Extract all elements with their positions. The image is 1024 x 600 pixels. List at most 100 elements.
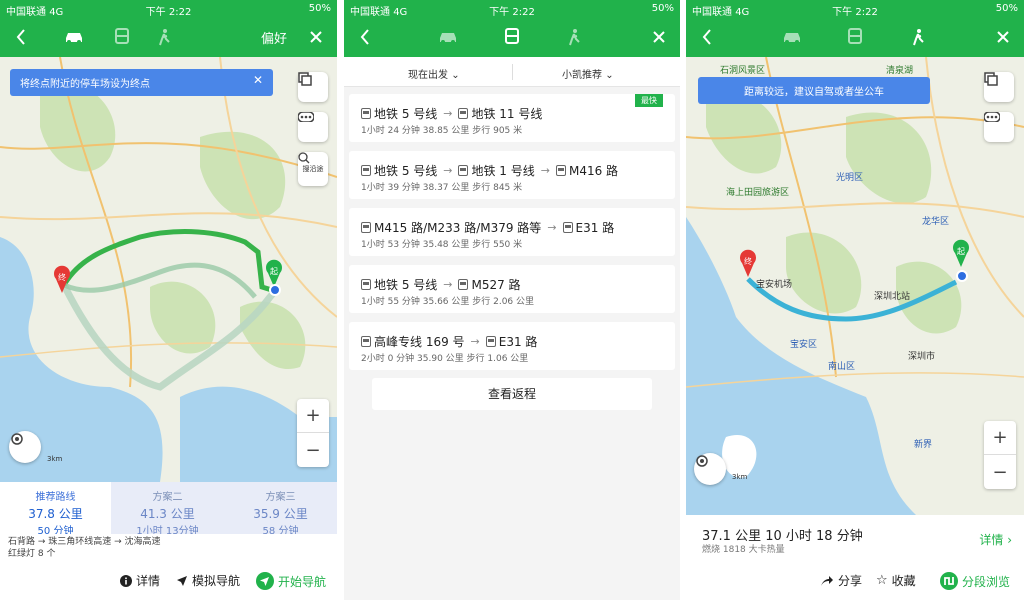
chevron-right-icon: › [1007,533,1012,547]
transit-route-card[interactable]: M415 路/M233 路/M379 路等 → E31 路 1小时 53 分钟 … [349,208,675,256]
metro-icon [361,279,371,290]
segment-browse-button[interactable]: 分段浏览 [940,572,1010,590]
locate-me-button[interactable] [694,453,726,485]
layers-button[interactable] [298,72,328,102]
layers-button[interactable] [984,72,1014,102]
plan-option-3[interactable]: 方案三 35.9 公里 58 分钟 [224,482,337,537]
plan-option-2[interactable]: 方案二 41.3 公里 1小时 13分钟 [111,482,224,537]
place-label: 光明区 [836,173,864,183]
close-button[interactable] [990,17,1016,57]
tab-walk[interactable] [148,17,180,57]
driving-route-panel: 中国联通 4G 下午 2:22 50% 偏好 终 起 将终点附近的停车场设为终点… [0,0,337,600]
view-return-button[interactable]: 查看返程 [372,378,652,410]
map-canvas: 终 起 [686,57,1024,515]
map-view[interactable]: 终 起 将终点附近的停车场设为终点 ✕ 搜沿途 + − 3km [0,57,337,482]
traffic-button[interactable] [984,112,1014,142]
zoom-in-button[interactable]: + [984,421,1016,455]
end-marker-label: 终 [744,256,752,266]
bus-icon [485,336,496,347]
detail-button[interactable]: 详情 [120,572,160,589]
place-label: 南山区 [828,362,856,372]
close-button[interactable] [303,17,329,57]
arrow-right-icon: → [540,164,550,177]
back-button[interactable] [352,17,378,57]
locate-icon [11,433,23,445]
bus-icon [115,28,129,44]
place-label: 新界 [914,440,933,450]
place-label: 深圳北站 [874,292,911,302]
route-segments: M415 路/M233 路/M379 路等 → E31 路 [361,219,614,236]
zoom-out-button[interactable]: − [297,433,329,467]
end-marker-label: 终 [58,272,66,282]
tab-drive[interactable] [58,17,90,57]
transit-route-card[interactable]: 地铁 5 号线 → M527 路 1小时 55 分钟 35.66 公里 步行 2… [349,265,675,313]
traffic-button[interactable] [298,112,328,142]
arrow-right-icon: → [443,278,453,291]
map-canvas: 终 起 [0,57,337,482]
action-bar: 详情 模拟导航 开始导航 [0,568,337,596]
locate-me-button[interactable] [9,431,41,463]
tab-walk[interactable] [902,17,934,57]
walk-icon [913,29,924,46]
back-button[interactable] [8,17,34,57]
bus-icon [361,222,371,233]
status-bar: 中国联通 4G 下午 2:22 50% [0,0,337,18]
detail-link[interactable]: 详情 › [979,531,1012,548]
segment-browse-label: 分段浏览 [962,574,1011,589]
tab-drive[interactable] [776,17,808,57]
car-icon [784,33,800,44]
layers-icon [298,72,312,86]
segment-name: 高峰专线 169 号 [374,335,465,349]
simulate-nav-button[interactable]: 模拟导航 [176,572,240,589]
route-segments: 地铁 5 号线 → 地铁 1 号线 → M416 路 [361,162,618,179]
plan-recommended[interactable]: 推荐路线 37.8 公里 50 分钟 [0,482,111,537]
current-location-dot [269,284,281,296]
detail-label: 详情 [979,533,1004,547]
detail-label: 详情 [136,574,161,588]
preference-dropdown[interactable]: 小凯推荐 ⌄ [562,66,614,81]
walk-summary: 37.1 公里 10 小时 18 分钟 燃烧 1818 大卡热量 详情 › [686,515,1024,565]
zoom-out-button[interactable]: − [984,455,1016,489]
transit-route-card[interactable]: 最快 地铁 5 号线 → 地铁 11 号线 1小时 24 分钟 38.85 公里… [349,94,675,142]
preference-button[interactable]: 偏好 [261,28,287,47]
zoom-in-button[interactable]: + [297,399,329,433]
map-view[interactable]: 终 起 石洞风景区 清泉湖 光明区 海上田园旅游区 龙华区 宝安机场 深圳北站 … [686,57,1024,515]
car-icon [440,33,456,44]
status-bar: 中国联通 4G 下午 2:22 50% [344,0,680,18]
start-nav-label: 开始导航 [278,574,327,589]
metro-icon [458,108,469,119]
navigation-start-icon [256,572,274,590]
transit-route-card[interactable]: 高峰专线 169 号 → E31 路 2小时 0 分钟 35.90 公里 步行 … [349,322,675,370]
parking-tip-text: 将终点附近的停车场设为终点 [20,79,150,90]
back-button[interactable] [694,17,720,57]
tab-transit[interactable] [839,17,871,57]
bus-icon [848,28,862,44]
traffic-lights-count: 红绿灯 8 个 [8,549,56,559]
close-icon[interactable]: ✕ [253,73,263,87]
transit-route-card[interactable]: 地铁 5 号线 → 地铁 1 号线 → M416 路 1小时 39 分钟 38.… [349,151,675,199]
favorite-button[interactable]: ☆ 收藏 [876,572,916,589]
tab-drive[interactable] [432,17,464,57]
plan-title: 方案三 [265,492,296,503]
close-icon [310,31,322,43]
share-icon [821,575,833,586]
battery: 50% [308,3,331,14]
start-nav-button[interactable]: 开始导航 [256,572,326,590]
bus-icon [555,165,566,176]
status-bar: 中国联通 4G 下午 2:22 50% [686,0,1024,18]
tab-walk[interactable] [558,17,590,57]
parking-tip-banner[interactable]: 将终点附近的停车场设为终点 ✕ [10,69,273,96]
tab-transit[interactable] [106,17,138,57]
info-icon [120,574,132,587]
tab-transit[interactable] [496,17,528,57]
share-button[interactable]: 分享 [820,572,862,589]
calories-burned: 燃烧 1818 大卡热量 [702,545,785,555]
close-button[interactable] [646,17,672,57]
segment-name: E31 路 [498,335,538,349]
locate-icon [696,455,708,467]
search-along-button[interactable]: 搜沿途 [298,152,328,186]
route-segments: 高峰专线 169 号 → E31 路 [361,333,537,350]
segment-name: 地铁 1 号线 [471,164,535,178]
departure-time-dropdown[interactable]: 现在出发 ⌄ [408,66,460,81]
mode-bar: 偏好 [0,17,337,57]
